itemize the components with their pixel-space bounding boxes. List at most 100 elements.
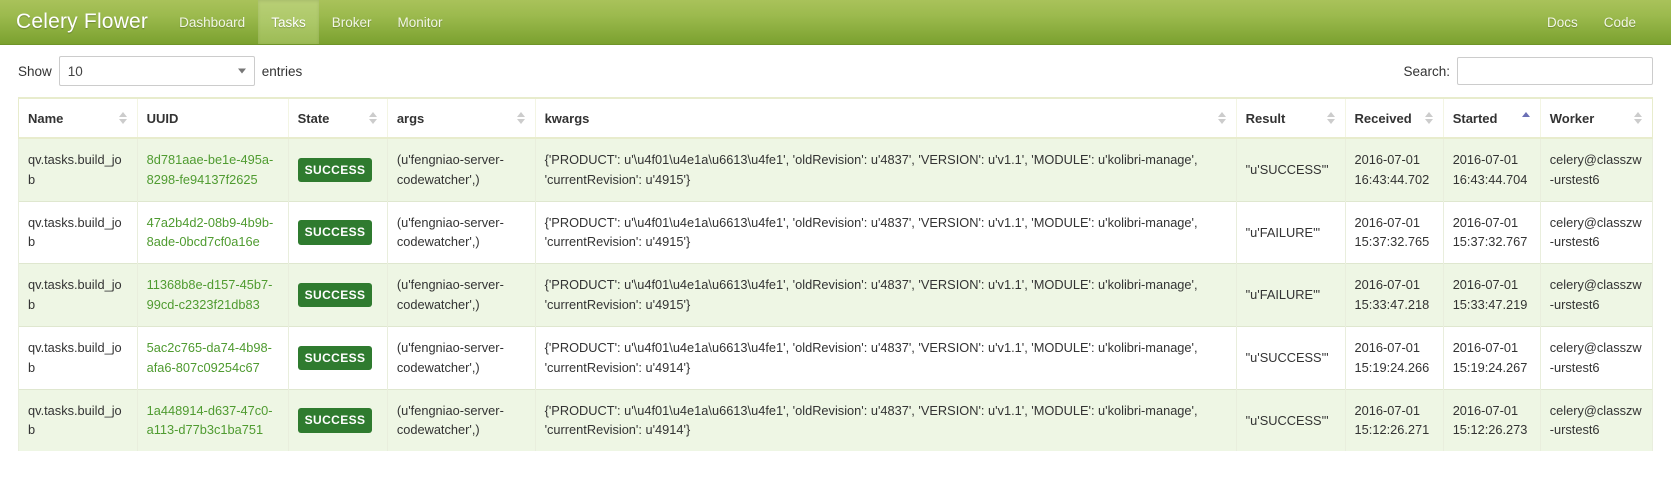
- cell-task-uuid[interactable]: 11368b8e-d157-45b7-99cd-c2323f21db83: [136, 263, 289, 327]
- task-uuid-link[interactable]: 1a448914-d637-47c0-a113-d77b3c1ba751: [147, 403, 273, 438]
- cell-task-worker: celery@classzw-urstest6: [1539, 263, 1654, 327]
- nav-link-docs[interactable]: Docs: [1534, 0, 1591, 44]
- cell-task-name: qv.tasks.build_job: [18, 263, 138, 327]
- page-length-select[interactable]: 10: [58, 56, 255, 86]
- column-label-started: Started: [1452, 110, 1498, 126]
- cell-task-args: (u'fengniao-server-codewatcher',): [386, 263, 536, 327]
- nav-link-tasks[interactable]: Tasks: [258, 0, 319, 44]
- received-time: 15:33:47.218: [1354, 297, 1430, 313]
- cell-task-name: qv.tasks.build_job: [18, 388, 138, 452]
- entries-label: entries: [261, 63, 303, 79]
- cell-task-received: 2016-07-01 15:33:47.218: [1344, 263, 1444, 327]
- column-label-name: Name: [28, 110, 64, 126]
- column-label-args: args: [396, 110, 425, 126]
- cell-task-kwargs: {'PRODUCT': u'\u4f01\u4e1a\u6613\u4fe1',…: [534, 325, 1237, 390]
- cell-task-started: 2016-07-01 15:33:47.219: [1442, 263, 1541, 327]
- column-header-received[interactable]: Received: [1344, 97, 1444, 139]
- received-time: 15:19:24.266: [1354, 359, 1430, 375]
- status-badge: SUCCESS: [297, 157, 373, 183]
- sort-icon-args[interactable]: [516, 111, 526, 125]
- sort-icon-name[interactable]: [118, 111, 128, 125]
- column-label-worker: Worker: [1549, 110, 1595, 126]
- received-date: 2016-07-01: [1354, 339, 1421, 355]
- column-header-result[interactable]: Result: [1235, 97, 1346, 139]
- cell-task-uuid[interactable]: 8d781aae-be1e-495a-8298-fe94137f2625: [136, 137, 289, 202]
- cell-task-args: (u'fengniao-server-codewatcher',): [386, 388, 536, 452]
- cell-task-uuid[interactable]: 47a2b4d2-08b9-4b9b-8ade-0bcd7cf0a16e: [136, 200, 289, 264]
- brand-title[interactable]: Celery Flower: [0, 0, 166, 44]
- task-uuid-link[interactable]: 5ac2c765-da74-4b98-afa6-807c09254c67: [147, 340, 272, 375]
- cell-task-result: "u'SUCCESS'": [1235, 388, 1346, 452]
- cell-task-name: qv.tasks.build_job: [18, 200, 138, 264]
- nav-link-dashboard[interactable]: Dashboard: [166, 0, 258, 44]
- search-input[interactable]: [1457, 57, 1653, 85]
- table-row[interactable]: qv.tasks.build_job 11368b8e-d157-45b7-99c…: [18, 263, 1654, 327]
- search-control: Search:: [1403, 57, 1653, 85]
- cell-task-received: 2016-07-01 15:12:26.271: [1344, 388, 1444, 452]
- tasks-table-container: Name UUID State args kwargs Result Recei…: [0, 97, 1671, 452]
- cell-task-state: SUCCESS: [287, 200, 388, 264]
- cell-task-uuid[interactable]: 1a448914-d637-47c0-a113-d77b3c1ba751: [136, 388, 289, 452]
- chevron-down-icon: [237, 68, 246, 74]
- status-badge: SUCCESS: [297, 345, 373, 371]
- nav-links: Dashboard Tasks Broker Monitor: [166, 0, 455, 44]
- table-row[interactable]: qv.tasks.build_job 1a448914-d637-47c0-a11…: [18, 388, 1654, 452]
- cell-task-args: (u'fengniao-server-codewatcher',): [386, 200, 536, 264]
- started-date: 2016-07-01: [1452, 402, 1519, 418]
- table-controls: Show 10 entries Search:: [0, 45, 1671, 97]
- started-date: 2016-07-01: [1452, 152, 1519, 167]
- cell-task-kwargs: {'PRODUCT': u'\u4f01\u4e1a\u6613\u4fe1',…: [534, 388, 1237, 452]
- sort-icon-received[interactable]: [1424, 111, 1434, 125]
- sort-icon-kwargs[interactable]: [1217, 111, 1227, 125]
- cell-task-started: 2016-07-01 15:12:26.273: [1442, 388, 1541, 452]
- table-row[interactable]: qv.tasks.build_job 8d781aae-be1e-495a-829…: [18, 137, 1654, 202]
- column-label-state: State: [297, 110, 330, 126]
- sort-icon-worker[interactable]: [1634, 111, 1643, 125]
- tasks-table-body: qv.tasks.build_job 8d781aae-be1e-495a-829…: [18, 137, 1654, 452]
- column-header-kwargs[interactable]: kwargs: [534, 97, 1237, 139]
- nav-link-broker[interactable]: Broker: [319, 0, 385, 44]
- nav-link-code[interactable]: Code: [1591, 0, 1649, 44]
- started-time: 16:43:44.704: [1452, 171, 1528, 187]
- cell-task-received: 2016-07-01 16:43:44.702: [1344, 137, 1444, 202]
- status-badge: SUCCESS: [297, 220, 373, 245]
- table-row[interactable]: qv.tasks.build_job 5ac2c765-da74-4b98-afa…: [18, 325, 1654, 390]
- started-date: 2016-07-01: [1452, 339, 1519, 355]
- cell-task-kwargs: {'PRODUCT': u'\u4f01\u4e1a\u6613\u4fe1',…: [534, 137, 1237, 202]
- task-uuid-link[interactable]: 47a2b4d2-08b9-4b9b-8ade-0bcd7cf0a16e: [147, 215, 274, 250]
- column-header-args[interactable]: args: [386, 97, 536, 139]
- started-date: 2016-07-01: [1452, 277, 1519, 293]
- cell-task-kwargs: {'PRODUCT': u'\u4f01\u4e1a\u6613\u4fe1',…: [534, 263, 1237, 327]
- cell-task-worker: celery@classzw-urstest6: [1539, 137, 1654, 202]
- column-header-state[interactable]: State: [287, 97, 388, 139]
- column-header-worker[interactable]: Worker: [1539, 97, 1654, 139]
- task-uuid-link[interactable]: 11368b8e-d157-45b7-99cd-c2323f21db83: [147, 277, 273, 312]
- show-label: Show: [18, 63, 52, 79]
- cell-task-args: (u'fengniao-server-codewatcher',): [386, 325, 536, 390]
- nav-link-monitor[interactable]: Monitor: [384, 0, 455, 44]
- table-row[interactable]: qv.tasks.build_job 47a2b4d2-08b9-4b9b-8ad…: [18, 200, 1654, 264]
- cell-task-kwargs: {'PRODUCT': u'\u4f01\u4e1a\u6613\u4fe1',…: [534, 200, 1237, 264]
- started-time: 15:12:26.273: [1452, 422, 1528, 438]
- cell-task-result: "u'FAILURE'": [1235, 263, 1346, 327]
- sort-icon-started-ascending[interactable]: [1521, 111, 1531, 125]
- column-header-uuid[interactable]: UUID: [136, 97, 289, 139]
- table-header-row: Name UUID State args kwargs Result Recei…: [18, 97, 1654, 139]
- cell-task-worker: celery@classzw-urstest6: [1539, 388, 1654, 452]
- page-length-value: 10: [67, 63, 83, 79]
- task-uuid-link[interactable]: 8d781aae-be1e-495a-8298-fe94137f2625: [147, 152, 274, 187]
- column-header-name[interactable]: Name: [18, 97, 138, 139]
- cell-task-received: 2016-07-01 15:19:24.266: [1344, 325, 1444, 390]
- cell-task-name: qv.tasks.build_job: [18, 325, 138, 390]
- sort-icon-result[interactable]: [1326, 111, 1336, 125]
- column-label-result: Result: [1245, 110, 1286, 126]
- cell-task-started: 2016-07-01 15:37:32.767: [1442, 200, 1541, 264]
- received-date: 2016-07-01: [1354, 152, 1421, 167]
- cell-task-name: qv.tasks.build_job: [18, 137, 138, 202]
- cell-task-uuid[interactable]: 5ac2c765-da74-4b98-afa6-807c09254c67: [136, 325, 289, 390]
- column-label-kwargs: kwargs: [544, 110, 590, 126]
- cell-task-state: SUCCESS: [287, 263, 388, 327]
- column-header-started[interactable]: Started: [1442, 97, 1541, 139]
- sort-icon-state[interactable]: [368, 111, 378, 125]
- cell-task-worker: celery@classzw-urstest6: [1539, 325, 1654, 390]
